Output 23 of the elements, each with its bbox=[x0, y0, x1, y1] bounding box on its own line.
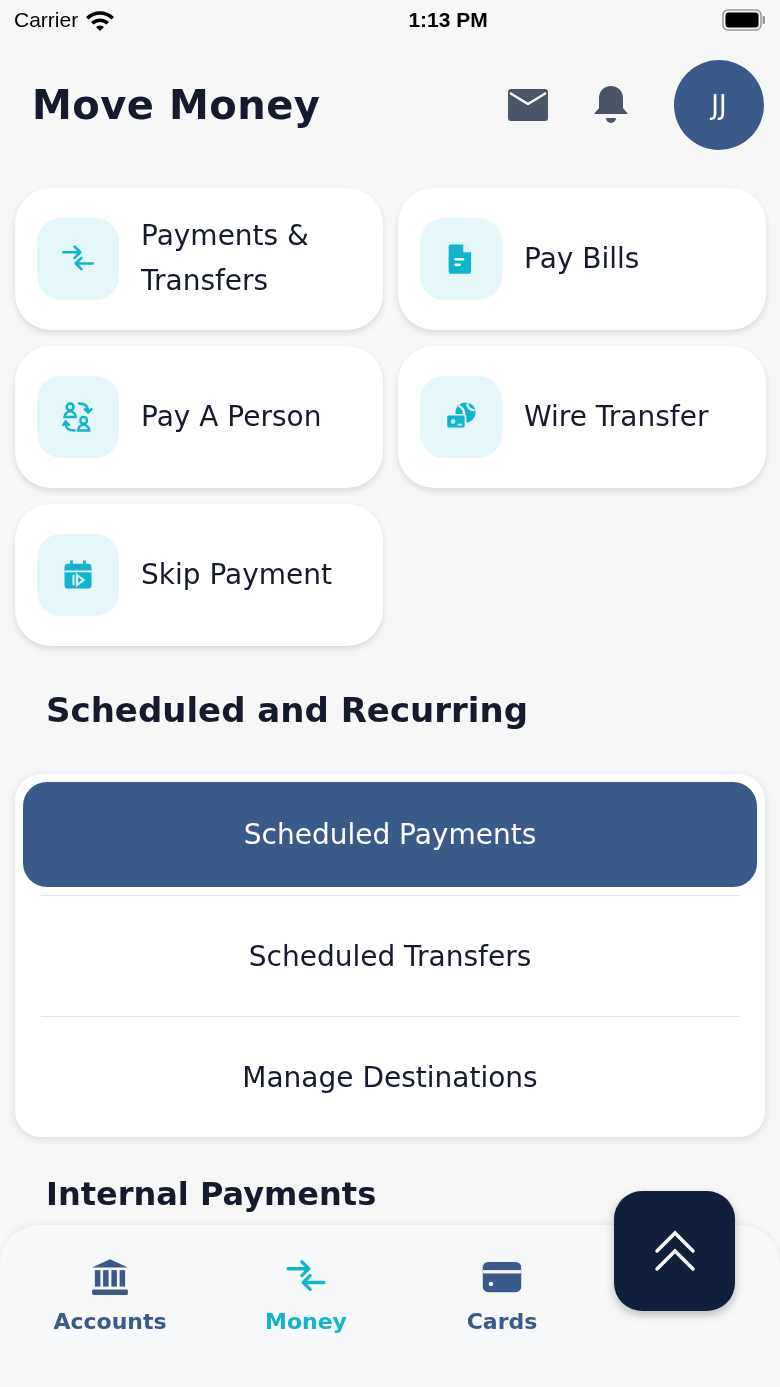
tab[interactable]: Cards bbox=[404, 1225, 600, 1345]
double-chevron-up-icon bbox=[652, 1229, 697, 1273]
mail-icon[interactable] bbox=[508, 89, 548, 121]
notifications-icon[interactable] bbox=[592, 84, 630, 126]
menu-tile[interactable]: Pay A Person bbox=[15, 346, 383, 488]
clock-time: 1:13 PM bbox=[408, 8, 488, 32]
menu-tile[interactable]: Skip Payment bbox=[15, 504, 383, 646]
avatar[interactable]: JJ bbox=[674, 60, 764, 150]
battery-icon bbox=[722, 9, 766, 31]
section-title: Internal Payments bbox=[45, 1174, 378, 1214]
carrier-name: Carrier bbox=[14, 8, 79, 32]
page-title: Move Money bbox=[32, 82, 322, 128]
people-swap-icon bbox=[60, 399, 96, 435]
list-item[interactable]: Manage Destinations bbox=[23, 1025, 757, 1129]
tab[interactable]: Accounts bbox=[12, 1225, 208, 1345]
menu-tile[interactable]: Payments & Transfers bbox=[15, 188, 383, 330]
scroll-top-button[interactable] bbox=[614, 1191, 735, 1311]
list-item[interactable]: Scheduled Transfers bbox=[23, 904, 757, 1008]
menu-tile[interactable]: Wire Transfer bbox=[398, 346, 766, 488]
list-item[interactable]: Scheduled Payments bbox=[23, 782, 757, 887]
wifi-icon bbox=[86, 9, 115, 31]
menu-tile[interactable]: Pay Bills bbox=[398, 188, 766, 330]
section-title: Scheduled and Recurring bbox=[45, 689, 529, 732]
